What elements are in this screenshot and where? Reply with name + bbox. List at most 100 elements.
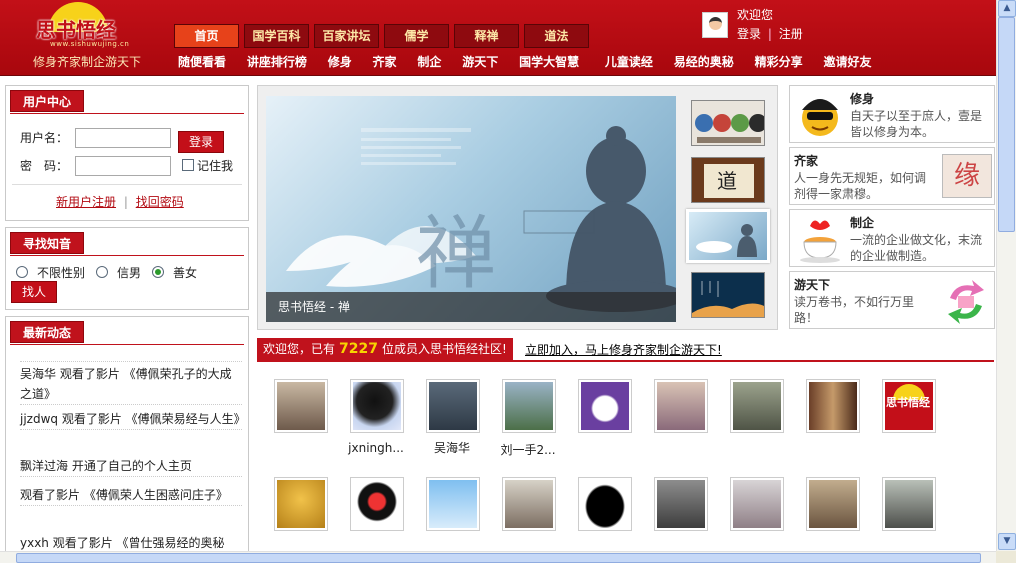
subnav-item[interactable]: 邀请好友 — [823, 53, 871, 70]
member-avatar[interactable] — [806, 477, 860, 531]
vertical-scroll-thumb[interactable] — [998, 17, 1015, 232]
site-slogan: 修身齐家制企游天下 — [33, 55, 142, 69]
yuan-badge: 缘 — [942, 154, 992, 198]
feature-qijia[interactable]: 齐家 人一身先无规矩，如何调剂得一家肃穆。 缘 — [789, 147, 995, 205]
tab-ruxue[interactable]: 儒学 — [384, 24, 449, 48]
member-avatar[interactable] — [426, 477, 480, 531]
member-avatar[interactable] — [578, 379, 632, 433]
new-user-register-link[interactable]: 新用户注册 — [56, 195, 116, 209]
avatar-face-icon — [709, 17, 722, 30]
tab-baijia-jiangtan[interactable]: 百家讲坛 — [314, 24, 379, 48]
username-label: 用户名： — [20, 131, 69, 145]
subnav-item[interactable]: 国学大智慧 — [519, 53, 579, 70]
user-center-panel: 用户中心 用户名： 密 码： 登录 记住我 新用户注册 | 找回密码 — [5, 85, 249, 221]
scroll-up-icon[interactable]: ▲ — [998, 0, 1016, 17]
login-link[interactable]: 登录 — [737, 27, 761, 41]
member-avatar[interactable] — [882, 477, 936, 531]
news-item[interactable]: 飘洋过海 开通了自己的个人主页 — [20, 456, 242, 477]
tab-shichan[interactable]: 释禅 — [454, 24, 519, 48]
news-item[interactable]: 吴海华 观看了影片 《傅佩荣孔子的大成之道》 — [20, 361, 242, 405]
separator: | — [767, 27, 772, 41]
browser-viewport: 思书悟经 www.sishuwujing.cn 修身齐家制企游天下 首页 国学百… — [0, 0, 996, 551]
register-link[interactable]: 注册 — [779, 27, 803, 41]
subnav-item[interactable]: 游天下 — [462, 53, 498, 70]
welcome-text: 欢迎您 — [737, 8, 774, 22]
feature-desc: 自天子以至于庶人，壹是皆以修身为本。 — [850, 109, 983, 139]
find-people-button[interactable]: 找人 — [11, 281, 57, 303]
member-avatar[interactable] — [654, 477, 708, 531]
member-avatar[interactable] — [426, 379, 480, 433]
member-avatar[interactable] — [730, 379, 784, 433]
slideshow: 禅 思书悟经 - 禅 道 — [257, 85, 778, 330]
password-input[interactable] — [75, 156, 171, 176]
member-avatar[interactable]: 思书悟经 — [882, 379, 936, 433]
panel-title: 用户中心 — [10, 90, 85, 112]
user-avatar[interactable] — [702, 12, 728, 38]
svg-text:道: 道 — [717, 169, 737, 193]
member-avatar[interactable] — [350, 477, 404, 531]
member-avatar[interactable] — [730, 477, 784, 531]
join-now-link[interactable]: 立即加入，马上修身齐家制企游天下! — [525, 341, 722, 358]
subnav-item[interactable]: 易经的奥秘 — [674, 53, 734, 70]
community-stats: 欢迎您，已有 7227 位成员入思书悟经社区! — [257, 338, 513, 360]
scrollbar-corner — [996, 551, 1016, 563]
member-avatar[interactable] — [274, 477, 328, 531]
feature-xiushen[interactable]: 修身 自天子以至于庶人，壹是皆以修身为本。 — [789, 85, 995, 143]
login-button[interactable]: 登录 — [178, 131, 224, 153]
scroll-down-icon[interactable]: ▼ — [998, 533, 1016, 550]
tab-guoxue-baike[interactable]: 国学百科 — [244, 24, 309, 48]
tab-home[interactable]: 首页 — [174, 24, 239, 48]
feature-desc: 一流的企业做文化，末流的企业做制造。 — [850, 233, 983, 263]
radio-male[interactable] — [96, 266, 108, 278]
remember-label: 记住我 — [197, 159, 234, 173]
member-avatar[interactable] — [654, 379, 708, 433]
member-avatar[interactable] — [502, 477, 556, 531]
zen-buddha-lotus-illustration: 禅 — [286, 126, 676, 312]
subnav-item[interactable]: 讲座排行榜 — [247, 53, 307, 70]
slide-thumb-4[interactable] — [691, 272, 765, 318]
feature-desc: 人一身先无规矩，如何调剂得一家肃穆。 — [794, 171, 927, 201]
feature-zhiqi[interactable]: 制企 一流的企业做文化，末流的企业做制造。 — [789, 209, 995, 267]
subnav-item[interactable]: 随便看看 — [178, 53, 226, 70]
member-avatar[interactable] — [806, 379, 860, 433]
site-logo[interactable]: 思书悟经 www.sishuwujing.cn — [30, 2, 130, 50]
separator: | — [123, 195, 128, 209]
news-item[interactable]: yxxh 观看了影片 《曾仕强易经的奥秘 — [20, 533, 242, 551]
vertical-scrollbar[interactable]: ▲ ▼ — [996, 0, 1016, 551]
slide-thumb-2[interactable]: 道 — [691, 157, 765, 203]
news-item[interactable]: 观看了影片 《傅佩荣人生困惑问庄子》 — [20, 485, 242, 506]
subnav-item[interactable]: 制企 — [417, 53, 441, 70]
news-item[interactable]: jjzdwq 观看了影片 《傅佩荣易经与人生》 — [20, 409, 246, 430]
radio-label: 善女 — [173, 266, 198, 280]
feature-youtianxia[interactable]: 游天下 读万卷书，不如行万里路！ — [789, 271, 995, 329]
member-avatar[interactable] — [578, 477, 632, 531]
member-name[interactable]: 刘一手2... — [488, 441, 568, 458]
feature-title: 游天下 — [794, 278, 831, 292]
slide-main-image[interactable]: 禅 思书悟经 - 禅 — [266, 96, 676, 322]
horizontal-scroll-thumb[interactable] — [16, 553, 981, 563]
username-input[interactable] — [75, 128, 171, 148]
subnav-item[interactable]: 齐家 — [373, 53, 397, 70]
logo-url-text: www.sishuwujing.cn — [50, 40, 130, 48]
radio-any-gender[interactable] — [16, 266, 28, 278]
slide-thumb-3[interactable] — [686, 209, 770, 263]
subnav-item[interactable]: 精彩分享 — [755, 53, 803, 70]
remember-checkbox[interactable] — [182, 159, 194, 171]
subnav-item[interactable]: 儿童读经 — [605, 53, 653, 70]
member-name[interactable]: 吴海华 — [412, 439, 492, 456]
horizontal-scrollbar[interactable] — [0, 551, 996, 563]
member-name[interactable]: jxningh... — [336, 441, 416, 455]
latest-news-panel: 最新动态 吴海华 观看了影片 《傅佩荣孔子的大成之道》 jjzdwq 观看了影片… — [5, 316, 249, 551]
radio-female[interactable] — [152, 266, 164, 278]
sub-navigation: 随便看看 讲座排行榜 修身 齐家 制企 游天下 国学大智慧 儿童读经 易经的奥秘… — [178, 53, 888, 71]
panel-title: 寻找知音 — [10, 232, 85, 254]
member-avatar[interactable] — [274, 379, 328, 433]
tab-daofa[interactable]: 道法 — [524, 24, 589, 48]
subnav-item[interactable]: 修身 — [328, 53, 352, 70]
member-avatar[interactable] — [502, 379, 556, 433]
community-suffix: 位成员入思书悟经社区! — [381, 342, 507, 356]
slide-thumb-1[interactable] — [691, 100, 765, 146]
feature-title: 齐家 — [794, 154, 819, 168]
forgot-password-link[interactable]: 找回密码 — [136, 195, 184, 209]
member-avatar[interactable] — [350, 379, 404, 433]
